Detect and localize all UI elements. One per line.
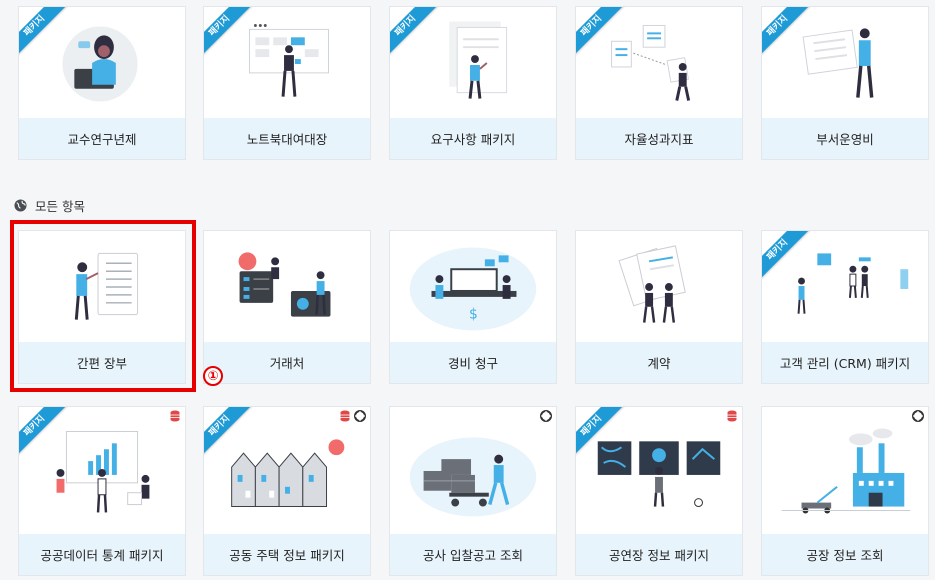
- app-card-label: 노트북대여대장: [204, 118, 370, 159]
- app-card-crm-package[interactable]: 패키지 고객 관리 (CRM) 패키지: [761, 230, 929, 384]
- database-icon: [727, 410, 737, 422]
- app-card-label: 간편 장부: [19, 342, 185, 383]
- app-card-requirements-package[interactable]: 패키지 요구사항 패키지: [389, 6, 557, 160]
- app-card-label: 공동 주택 정보 패키지: [204, 534, 370, 575]
- database-icon: [170, 410, 180, 422]
- lifebuoy-icon: [354, 410, 366, 422]
- app-card-venue-info[interactable]: 패키지 공연장 정보 패키지: [575, 406, 743, 576]
- app-card-label: 공연장 정보 패키지: [576, 534, 742, 575]
- lifebuoy-icon: [540, 410, 552, 422]
- card-illustration: [238, 252, 331, 317]
- app-card-label: 공장 정보 조회: [762, 534, 928, 575]
- app-card-label: 공사 입찰공고 조회: [390, 534, 556, 575]
- app-card-label: 교수연구년제: [19, 118, 185, 159]
- app-card-label: 자율성과지표: [576, 118, 742, 159]
- card-illustration: [409, 437, 537, 517]
- app-card-label: 요구사항 패키지: [390, 118, 556, 159]
- app-card-simple-ledger[interactable]: 간편 장부: [18, 230, 186, 384]
- app-card-label: 고객 관리 (CRM) 패키지: [762, 342, 928, 383]
- app-card-label: 부서운영비: [762, 118, 928, 159]
- app-card-label: 계약: [576, 342, 742, 383]
- app-card-factory-info[interactable]: 공장 정보 조회: [761, 406, 929, 576]
- svg-text:$: $: [469, 307, 478, 323]
- annotation-step-badge: ①: [203, 366, 223, 386]
- card-illustration: [74, 252, 139, 320]
- lifebuoy-icon: [912, 410, 924, 422]
- card-illustration: $: [409, 247, 537, 331]
- app-card-label: 거래처: [204, 342, 370, 383]
- app-card-professor-sabbatical[interactable]: 패키지 교수연구년제: [18, 6, 186, 160]
- app-card-public-data-stats[interactable]: 패키지 공공데이터 통계 패키지: [18, 406, 186, 576]
- card-illustration: [781, 428, 911, 514]
- section-title-text: 모든 항목: [35, 199, 85, 214]
- card-illustration: [618, 245, 686, 323]
- app-card-label: 경비 청구: [390, 342, 556, 383]
- app-card-expense-claim[interactable]: $ 경비 청구: [389, 230, 557, 384]
- section-title: 모든 항목: [14, 196, 85, 215]
- app-card-label: 공공데이터 통계 패키지: [19, 534, 185, 575]
- app-card-laptop-rental[interactable]: 패키지 노트북대여대장: [203, 6, 371, 160]
- app-card-clients[interactable]: 거래처: [203, 230, 371, 384]
- app-card-contract[interactable]: 계약: [575, 230, 743, 384]
- app-card-apartment-info[interactable]: 패키지 공동 주택 정보 패키지: [203, 406, 371, 576]
- app-card-autonomy-metrics[interactable]: 패키지 자율성과지표: [575, 6, 743, 160]
- database-icon: [340, 410, 350, 422]
- app-card-department-budget[interactable]: 패키지 부서운영비: [761, 6, 929, 160]
- app-card-construction-bids[interactable]: 공사 입찰공고 조회: [389, 406, 557, 576]
- globe-icon: [14, 199, 27, 212]
